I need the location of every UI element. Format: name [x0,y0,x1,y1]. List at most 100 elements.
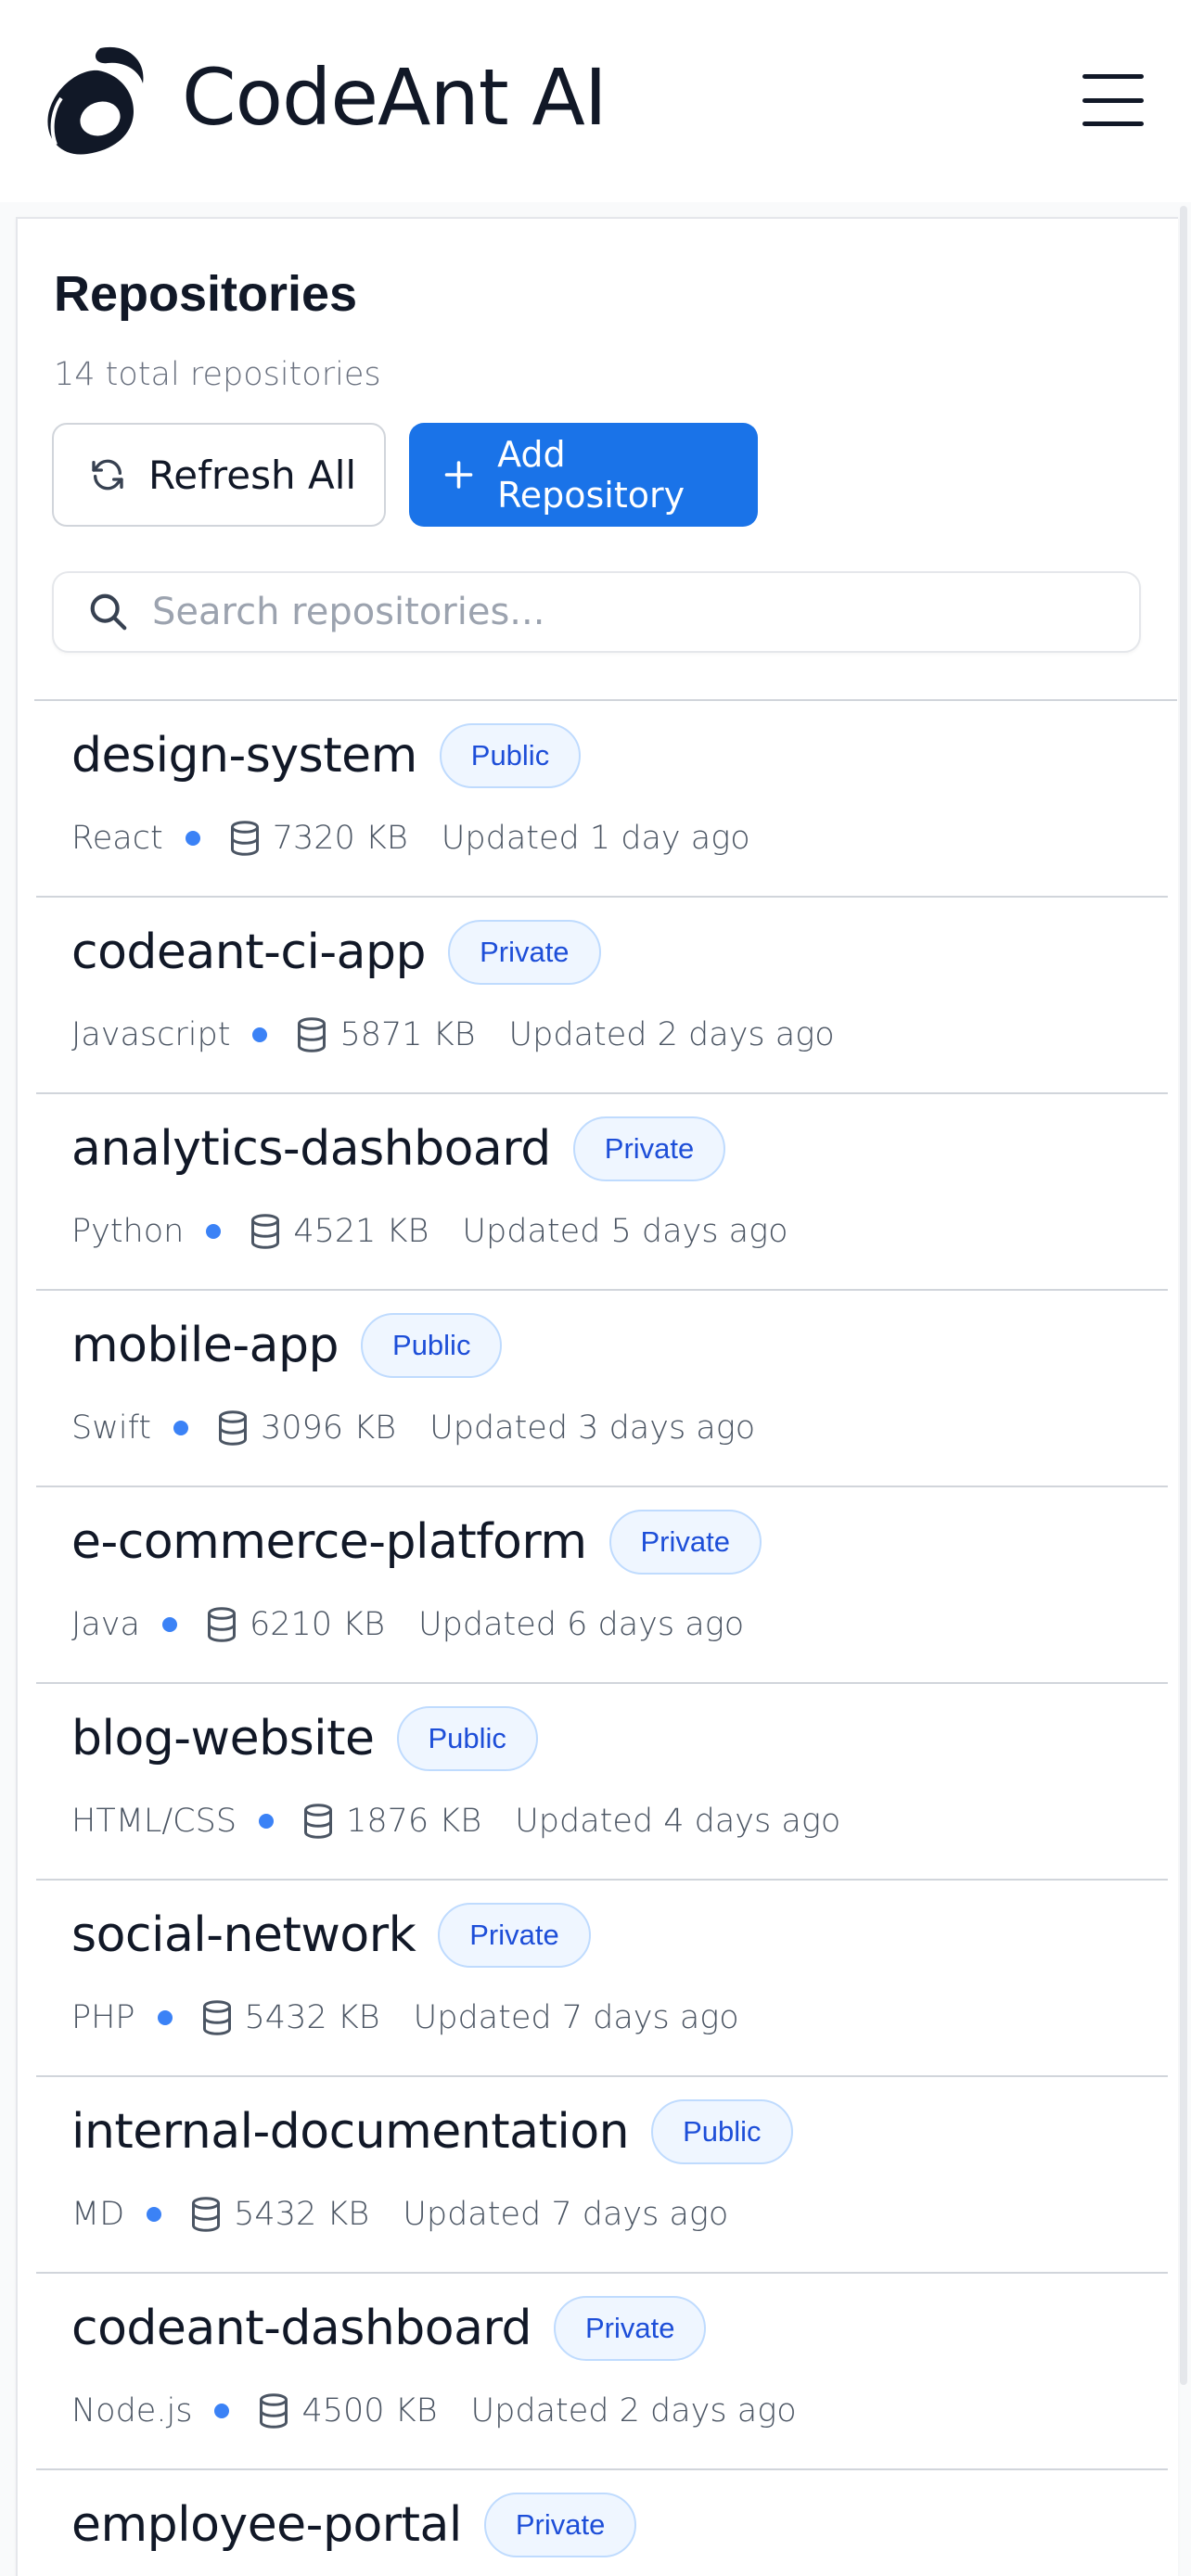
database-icon [202,2000,231,2035]
repository-language: HTML/CSS [71,1803,237,1840]
repository-language: MD [71,2196,125,2233]
add-repository-button[interactable]: Add Repository [409,423,758,527]
repository-name-row: design-system Public [71,723,582,788]
repository-list: design-system Public React 7320 KB Updat… [36,701,1168,2576]
repository-name[interactable]: blog-website [71,1711,375,1766]
visibility-badge: Public [439,723,582,788]
repository-size: 5432 KB [234,2196,370,2233]
visibility-badge: Public [651,2099,793,2164]
repository-size: 7320 KB [272,820,408,857]
repository-updated: Updated 6 days ago [418,1606,745,1643]
database-icon [219,1410,247,1446]
repository-updated: Updated 2 days ago [508,1016,835,1053]
repository-language: PHP [71,1999,135,2036]
visibility-badge: Private [608,1510,762,1575]
visibility-badge: Private [553,2296,707,2361]
repository-row[interactable]: codeant-dashboard Private Node.js 4500 K… [36,2274,1168,2470]
refresh-icon [92,459,123,491]
repository-updated: Updated 3 days ago [429,1409,756,1447]
repository-name-row: e-commerce-platform Private [71,1510,762,1575]
repository-name-row: blog-website Public [71,1706,538,1771]
repository-name[interactable]: design-system [71,728,417,784]
add-repository-label: Add Repository [497,434,685,516]
repository-name-row: codeant-dashboard Private [71,2296,707,2361]
database-icon [251,1214,280,1249]
codeant-logo-icon[interactable] [43,43,147,159]
repository-row[interactable]: e-commerce-platform Private Java 6210 KB… [36,1487,1168,1684]
refresh-all-label: Refresh All [148,452,357,498]
repository-name-row: employee-portal Private [71,2493,637,2557]
repository-name-row: mobile-app Public [71,1313,503,1378]
repositories-card: Repositories 14 total repositories Refre… [16,217,1178,2576]
language-dot-icon [147,2207,162,2222]
database-icon [298,1017,327,1052]
repository-meta: Node.js 4500 KB Updated 2 days ago [71,2392,797,2429]
repository-language: React [71,820,163,857]
repository-size: 4521 KB [293,1213,429,1250]
repository-updated: Updated 4 days ago [515,1803,841,1840]
repository-name[interactable]: employee-portal [71,2497,462,2553]
language-dot-icon [157,2010,173,2025]
repository-name[interactable]: e-commerce-platform [71,1514,587,1570]
repository-row[interactable]: codeant-ci-app Private Javascript 5871 K… [36,898,1168,1094]
repository-language: Javascript [71,1016,231,1053]
repository-size: 5871 KB [339,1016,476,1053]
repository-name[interactable]: internal-documentation [71,2104,630,2160]
repository-meta: Java 6210 KB Updated 6 days ago [71,1606,744,1643]
repository-name[interactable]: social-network [71,1907,416,1963]
repository-meta: Swift 3096 KB Updated 3 days ago [71,1409,755,1447]
language-dot-icon [259,1814,275,1829]
repository-row[interactable]: design-system Public React 7320 KB Updat… [36,701,1168,898]
visibility-badge: Private [438,1903,591,1968]
page-scrollbar[interactable] [1180,206,1187,2385]
search-input[interactable] [152,591,1139,633]
repository-language: Node.js [71,2392,193,2429]
repository-meta: Javascript 5871 KB Updated 2 days ago [71,1016,835,1053]
visibility-badge: Private [448,920,601,985]
language-dot-icon [185,831,200,846]
language-dot-icon [161,1617,177,1632]
repository-count: 14 total repositories [54,356,381,393]
language-dot-icon [252,1027,268,1042]
repository-name-row: social-network Private [71,1903,591,1968]
repository-row[interactable]: analytics-dashboard Private Python 4521 … [36,1094,1168,1291]
repository-row[interactable]: blog-website Public HTML/CSS 1876 KB Upd… [36,1684,1168,1881]
hamburger-menu-icon[interactable] [1078,74,1148,126]
repository-meta: PHP 5432 KB Updated 7 days ago [71,1999,739,2036]
repository-meta: MD 5432 KB Updated 7 days ago [71,2196,728,2233]
repository-size: 4500 KB [301,2392,438,2429]
language-dot-icon [214,2404,230,2418]
repository-meta: React 7320 KB Updated 1 day ago [71,820,750,857]
repository-name[interactable]: mobile-app [71,1318,339,1373]
repository-name-row: codeant-ci-app Private [71,920,601,985]
repository-size: 6210 KB [249,1606,386,1643]
repository-name-row: analytics-dashboard Private [71,1116,726,1181]
repository-size: 3096 KB [261,1409,397,1447]
refresh-all-button[interactable]: Refresh All [52,423,386,527]
visibility-badge: Private [483,2493,637,2557]
repository-name[interactable]: codeant-ci-app [71,925,427,980]
repository-updated: Updated 5 days ago [462,1213,788,1250]
search-box[interactable] [52,571,1141,653]
repository-name[interactable]: codeant-dashboard [71,2301,531,2356]
visibility-badge: Public [361,1313,503,1378]
brand-name: CodeAnt AI [182,52,608,143]
plus-icon [444,461,473,489]
repository-row[interactable]: social-network Private PHP 5432 KB Updat… [36,1881,1168,2077]
top-header: CodeAnt AI [0,0,1191,202]
repository-updated: Updated 7 days ago [403,2196,729,2233]
database-icon [304,1804,333,1839]
database-icon [230,821,259,856]
page-title: Repositories [54,266,358,322]
repository-updated: Updated 7 days ago [413,1999,739,2036]
repository-language: Swift [71,1409,151,1447]
repository-row[interactable]: internal-documentation Public MD 5432 KB… [36,2077,1168,2274]
repository-name[interactable]: analytics-dashboard [71,1121,551,1177]
database-icon [260,2393,288,2429]
repository-meta: Python 4521 KB Updated 5 days ago [71,1213,788,1250]
repository-row[interactable]: mobile-app Public Swift 3096 KB Updated … [36,1291,1168,1487]
visibility-badge: Private [572,1116,726,1181]
repository-language: Java [71,1606,140,1643]
repository-updated: Updated 1 day ago [441,820,750,857]
repository-row[interactable]: employee-portal Private [36,2470,1168,2576]
